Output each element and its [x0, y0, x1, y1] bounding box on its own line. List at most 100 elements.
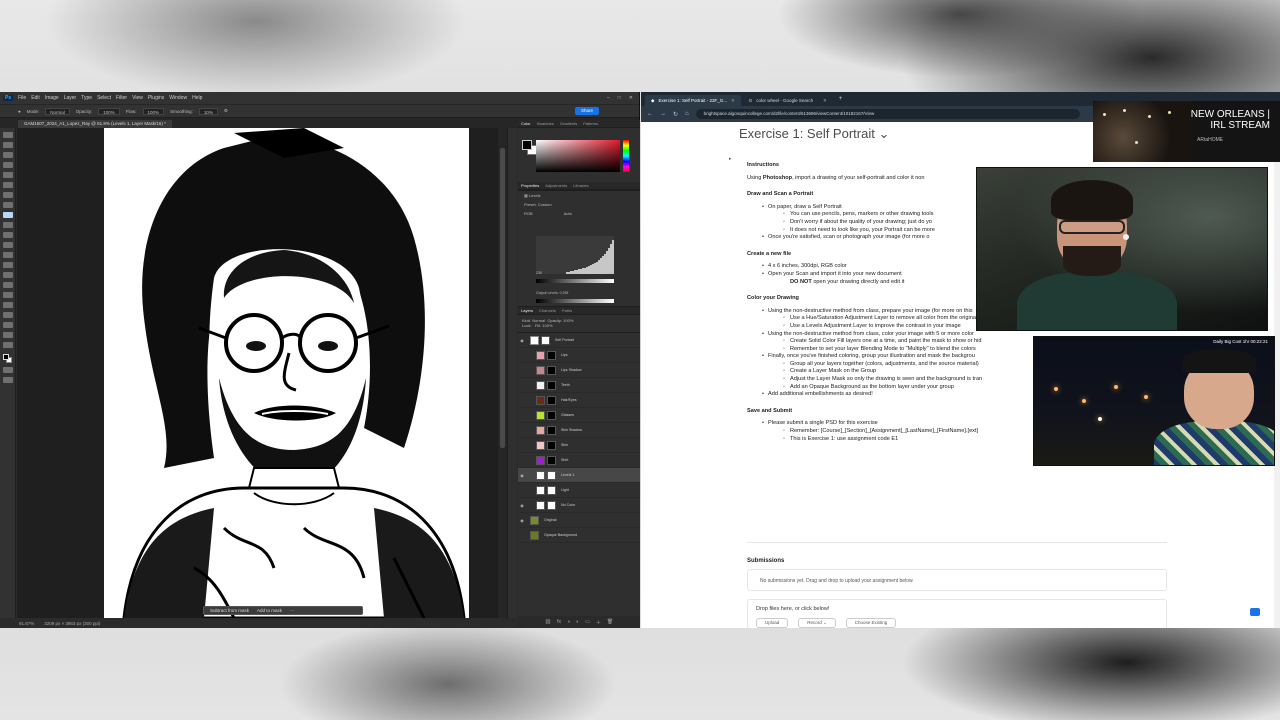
- menu-view[interactable]: View: [132, 95, 143, 101]
- tab-patterns[interactable]: Patterns: [583, 121, 598, 126]
- menu-layer[interactable]: Layer: [64, 95, 77, 101]
- menu-window[interactable]: Window: [169, 95, 187, 101]
- new-tab-icon[interactable]: +: [835, 96, 847, 102]
- preset-select[interactable]: Custom: [538, 202, 552, 207]
- history-brush-tool-icon[interactable]: [2, 232, 13, 238]
- layer-row[interactable]: Lips Shadow: [518, 363, 640, 378]
- layer-thumbnail[interactable]: [536, 440, 545, 450]
- layer-thumbnail[interactable]: [536, 470, 545, 480]
- frame-tool-icon[interactable]: [2, 182, 13, 188]
- mode-select[interactable]: Normal: [45, 107, 70, 115]
- layer-thumbnail[interactable]: [536, 500, 545, 510]
- tab-channels[interactable]: Channels: [539, 308, 556, 313]
- stamp-tool-icon[interactable]: [2, 222, 13, 228]
- tab-adjustments[interactable]: Adjustments: [545, 183, 567, 188]
- share-button[interactable]: Share: [574, 107, 599, 115]
- visibility-eye-icon[interactable]: ◉: [518, 473, 526, 478]
- opacity-field[interactable]: 100%: [98, 107, 120, 115]
- layer-row[interactable]: Lips: [518, 348, 640, 363]
- home-icon[interactable]: ⌂: [685, 111, 689, 117]
- portrait-artwork[interactable]: [104, 128, 469, 618]
- layer-row[interactable]: Skin Shadow: [518, 423, 640, 438]
- layer-row[interactable]: Skin: [518, 438, 640, 453]
- upload-button[interactable]: Upload: [756, 618, 789, 628]
- type-tool-icon[interactable]: [2, 292, 13, 298]
- minimize-icon[interactable]: –: [607, 95, 610, 101]
- brush-tool-icon[interactable]: [2, 212, 13, 218]
- layer-thumbnail[interactable]: [536, 395, 545, 405]
- layer-row[interactable]: Hair/Eyes: [518, 393, 640, 408]
- visibility-eye-icon[interactable]: ◉: [518, 503, 526, 508]
- settings-gear-icon[interactable]: ⚙: [224, 108, 228, 114]
- layer-thumbnail[interactable]: [536, 425, 545, 435]
- layer-mask-thumbnail[interactable]: [541, 335, 550, 345]
- gradient-tool-icon[interactable]: [2, 252, 13, 258]
- menu-image[interactable]: Image: [45, 95, 59, 101]
- crop-tool-icon[interactable]: [2, 172, 13, 178]
- hue-slider[interactable]: [623, 140, 629, 172]
- layer-row[interactable]: Teeth: [518, 378, 640, 393]
- close-tab-icon[interactable]: ✕: [731, 98, 735, 104]
- file-drop-zone[interactable]: Drop files here, or click below! Upload …: [747, 599, 1167, 628]
- more-options-icon[interactable]: ⋯: [290, 608, 295, 614]
- foreground-color-swatch[interactable]: [3, 354, 9, 360]
- layer-mask-thumbnail[interactable]: [547, 485, 556, 495]
- link-icon[interactable]: ⛓: [545, 619, 551, 625]
- layer-thumbnail[interactable]: [530, 335, 539, 345]
- layer-row[interactable]: ◉ Original: [518, 513, 640, 528]
- layer-mask-thumbnail[interactable]: [547, 425, 556, 435]
- layer-mask-thumbnail[interactable]: [547, 455, 556, 465]
- layer-row[interactable]: Opaque Background: [518, 528, 640, 543]
- menu-filter[interactable]: Filter: [116, 95, 127, 101]
- add-mask-icon[interactable]: ◑: [567, 619, 570, 625]
- tab-swatches[interactable]: Swatches: [537, 121, 554, 126]
- eraser-tool-icon[interactable]: [2, 242, 13, 248]
- layer-row[interactable]: Glasses: [518, 408, 640, 423]
- quick-mask-icon[interactable]: [2, 367, 13, 373]
- menu-help[interactable]: Help: [192, 95, 202, 101]
- layer-row[interactable]: ◉ Levels 1: [518, 468, 640, 483]
- shape-tool-icon[interactable]: [2, 312, 13, 318]
- flow-field[interactable]: 100%: [142, 107, 165, 115]
- tab-gradients[interactable]: Gradients: [560, 121, 577, 126]
- chat-widget-icon[interactable]: [1250, 608, 1260, 616]
- close-tab-icon[interactable]: ✕: [823, 98, 827, 104]
- auto-button[interactable]: Auto: [564, 211, 572, 216]
- layer-mask-thumbnail[interactable]: [547, 470, 556, 480]
- more-tools-icon[interactable]: [2, 342, 13, 348]
- back-icon[interactable]: ←: [647, 111, 653, 117]
- blur-tool-icon[interactable]: [2, 262, 13, 268]
- layer-row[interactable]: ◉ Self Portrait: [518, 333, 640, 348]
- brush-preset-icon[interactable]: ●: [18, 109, 21, 114]
- tab-paths[interactable]: Paths: [562, 308, 572, 313]
- color-swatches[interactable]: [3, 354, 12, 363]
- fx-icon[interactable]: fx: [557, 619, 561, 625]
- quick-select-tool-icon[interactable]: [2, 162, 13, 168]
- canvas-scrollbar[interactable]: [498, 128, 507, 618]
- layer-opacity-field[interactable]: 100%: [563, 318, 573, 323]
- tab-exercise[interactable]: ◆ Exercise 1: Self Portrait - 23F_G... ✕: [645, 95, 741, 106]
- scrollbar-thumb[interactable]: [500, 148, 505, 448]
- layer-thumbnail[interactable]: [536, 485, 545, 495]
- menu-file[interactable]: File: [18, 95, 26, 101]
- new-layer-icon[interactable]: ＋: [596, 619, 601, 626]
- menu-plugins[interactable]: Plugins: [148, 95, 164, 101]
- tab-layers[interactable]: Layers: [521, 308, 533, 313]
- smoothing-field[interactable]: 10%: [198, 107, 218, 115]
- layer-row[interactable]: ◉ No Color: [518, 498, 640, 513]
- layer-thumbnail[interactable]: [530, 530, 539, 540]
- tab-color-wheel[interactable]: Gcolor wheel - Google Search ✕: [743, 95, 833, 106]
- layer-mask-thumbnail[interactable]: [547, 365, 556, 375]
- color-field[interactable]: [536, 140, 620, 172]
- folder-icon[interactable]: ▭: [585, 619, 590, 625]
- layer-mask-thumbnail[interactable]: [547, 440, 556, 450]
- collapse-marker-icon[interactable]: ▸: [729, 156, 732, 162]
- add-to-mask-button[interactable]: Add to mask: [257, 608, 282, 613]
- foreground-color-well[interactable]: [522, 140, 532, 150]
- ps-canvas-area[interactable]: [17, 128, 507, 618]
- record-button[interactable]: Record ⌄: [798, 618, 836, 628]
- layer-mask-thumbnail[interactable]: [547, 500, 556, 510]
- page-title[interactable]: Exercise 1: Self Portrait ⌄: [739, 126, 889, 142]
- layer-row[interactable]: Shirt: [518, 453, 640, 468]
- output-levels-slider[interactable]: [536, 299, 614, 303]
